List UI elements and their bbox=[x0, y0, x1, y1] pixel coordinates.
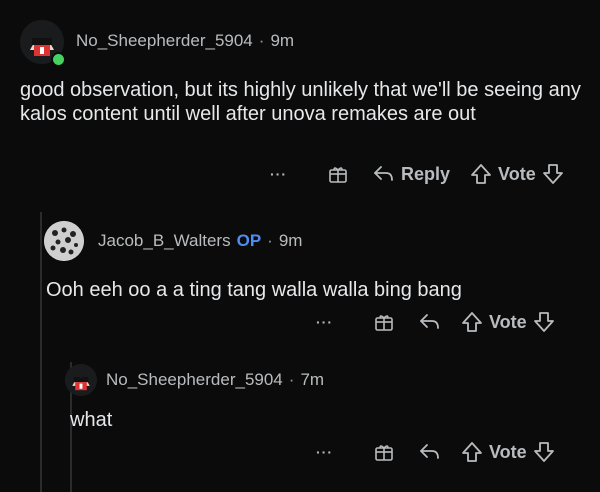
username-link[interactable]: Jacob_B_Walters bbox=[98, 231, 231, 251]
gift-icon bbox=[375, 445, 393, 461]
timestamp: 9m bbox=[278, 231, 303, 250]
upvote-icon bbox=[462, 442, 482, 462]
vote-label: Vote bbox=[489, 311, 527, 332]
reply-icon bbox=[420, 314, 439, 329]
vote-label: Vote bbox=[489, 441, 527, 462]
avatar-image bbox=[44, 221, 84, 261]
timestamp: 9m bbox=[270, 31, 295, 50]
vote-label: Vote bbox=[498, 163, 536, 184]
award-button[interactable] bbox=[373, 311, 395, 333]
comment-meta: No_Sheepherder_5904 · 9m bbox=[76, 31, 294, 51]
reply-button[interactable] bbox=[419, 312, 441, 332]
separator: · bbox=[288, 370, 295, 389]
upvote-icon bbox=[462, 312, 482, 332]
downvote-icon bbox=[533, 442, 554, 462]
thread-line bbox=[40, 212, 42, 492]
upvote-icon bbox=[471, 164, 491, 184]
upvote-button[interactable] bbox=[461, 311, 483, 333]
comment-actions: ··· Vote bbox=[316, 309, 555, 335]
timestamp: 7m bbox=[300, 370, 325, 389]
reply-button[interactable] bbox=[419, 442, 441, 462]
award-button[interactable] bbox=[373, 441, 395, 463]
more-label: ··· bbox=[316, 314, 333, 330]
downvote-icon bbox=[542, 164, 563, 184]
comment-meta: Jacob_B_Walters OP · 9m bbox=[98, 231, 302, 251]
comment-actions: ··· Vote bbox=[316, 439, 555, 465]
avatar-image bbox=[65, 364, 97, 396]
upvote-button[interactable] bbox=[470, 163, 492, 185]
more-label: ··· bbox=[316, 444, 333, 460]
reply-button[interactable]: Reply bbox=[373, 164, 450, 185]
gift-icon bbox=[375, 315, 393, 331]
reply-icon bbox=[420, 444, 439, 459]
downvote-button[interactable] bbox=[533, 311, 555, 333]
downvote-icon bbox=[533, 312, 554, 332]
separator: · bbox=[258, 31, 265, 50]
comment-actions: ··· Reply Vote bbox=[270, 161, 564, 187]
online-indicator bbox=[51, 52, 66, 67]
separator: · bbox=[267, 231, 273, 250]
more-options-button[interactable]: ··· bbox=[270, 166, 287, 182]
comment-body: Ooh eeh oo a a ting tang walla walla bin… bbox=[46, 279, 462, 301]
avatar[interactable] bbox=[65, 364, 97, 396]
comment-body: what bbox=[70, 409, 113, 431]
award-button[interactable] bbox=[327, 163, 349, 185]
reply-icon bbox=[374, 166, 393, 181]
username-link[interactable]: No_Sheepherder_5904 bbox=[76, 31, 253, 51]
op-badge: OP bbox=[236, 231, 262, 250]
upvote-button[interactable] bbox=[461, 441, 483, 463]
comment-body: good observation, but its highly unlikel… bbox=[20, 79, 581, 125]
downvote-button[interactable] bbox=[542, 163, 564, 185]
gift-icon bbox=[329, 167, 347, 183]
comment-meta: No_Sheepherder_5904 · 7m bbox=[106, 370, 324, 390]
reply-label: Reply bbox=[401, 163, 451, 184]
more-label: ··· bbox=[270, 166, 287, 182]
more-options-button[interactable]: ··· bbox=[316, 444, 333, 460]
username-link[interactable]: No_Sheepherder_5904 bbox=[106, 370, 283, 390]
downvote-button[interactable] bbox=[533, 441, 555, 463]
more-options-button[interactable]: ··· bbox=[316, 314, 333, 330]
avatar[interactable] bbox=[44, 221, 84, 261]
